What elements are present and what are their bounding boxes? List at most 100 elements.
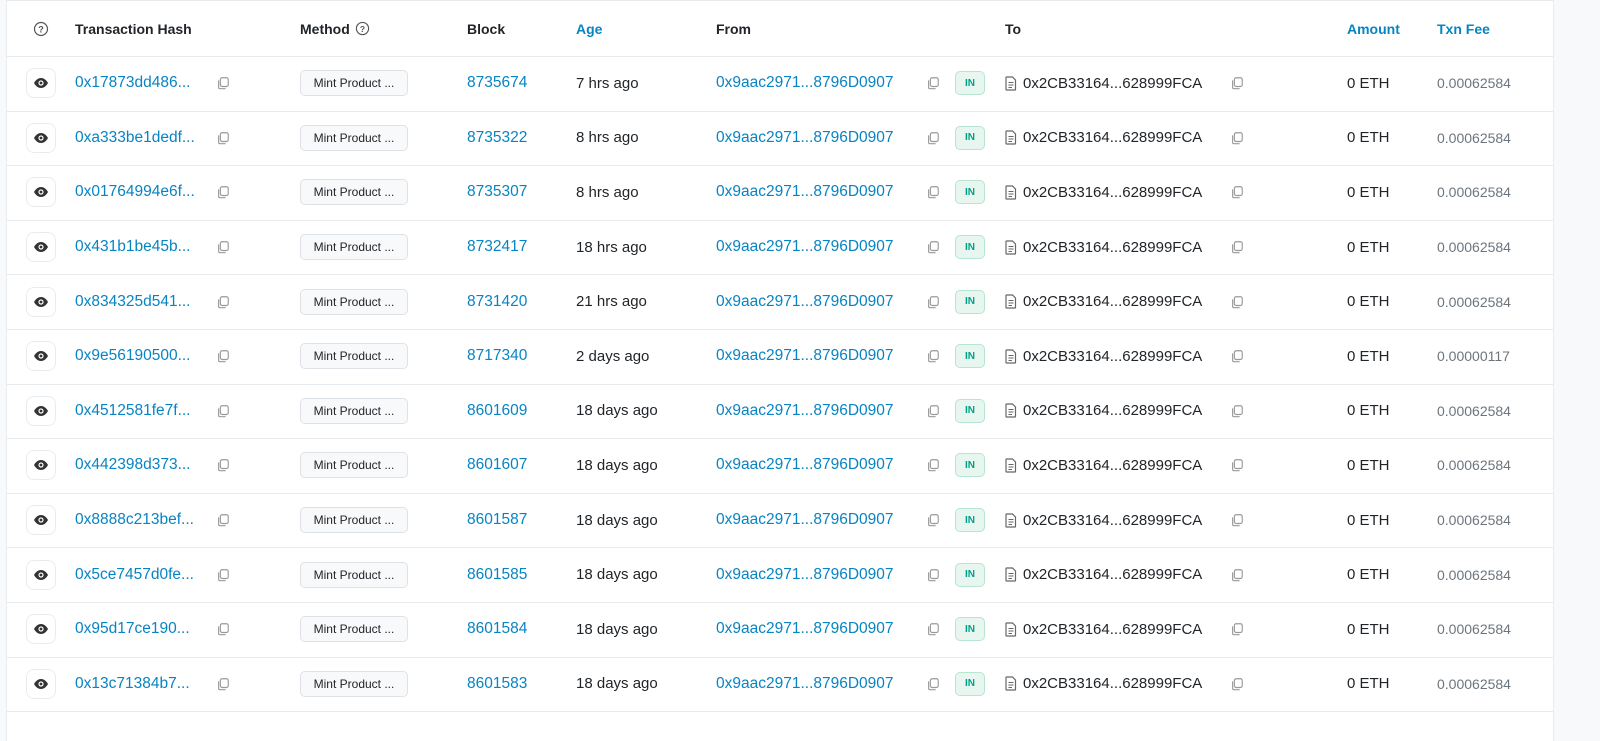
copy-icon[interactable] <box>216 240 230 254</box>
block-link[interactable]: 8601587 <box>467 511 527 529</box>
copy-icon[interactable] <box>926 295 940 309</box>
copy-icon[interactable] <box>1230 185 1244 199</box>
preview-button[interactable] <box>26 384 56 439</box>
transaction-hash-link[interactable]: 0xa333be1dedf... <box>75 129 195 147</box>
copy-icon[interactable] <box>926 404 940 418</box>
header-amount[interactable]: Amount <box>1347 1 1400 56</box>
to-address[interactable]: 0x2CB33164...628999FCA <box>1023 75 1202 92</box>
from-address-link[interactable]: 0x9aac2971...8796D0907 <box>716 74 894 92</box>
to-address[interactable]: 0x2CB33164...628999FCA <box>1023 566 1202 583</box>
block-link[interactable]: 8735307 <box>467 183 527 201</box>
copy-icon[interactable] <box>1230 240 1244 254</box>
preview-button[interactable] <box>26 165 56 220</box>
from-address-link[interactable]: 0x9aac2971...8796D0907 <box>716 129 894 147</box>
method-badge[interactable]: Mint Product ... <box>300 616 408 643</box>
method-badge[interactable]: Mint Product ... <box>300 179 408 206</box>
transaction-hash-link[interactable]: 0x9e56190500... <box>75 347 191 365</box>
transaction-hash-link[interactable]: 0x17873dd486... <box>75 74 191 92</box>
eye-icon[interactable] <box>26 341 56 372</box>
to-address[interactable]: 0x2CB33164...628999FCA <box>1023 402 1202 419</box>
method-badge[interactable]: Mint Product ... <box>300 288 408 315</box>
transaction-hash-link[interactable]: 0x442398d373... <box>75 456 191 474</box>
from-address-link[interactable]: 0x9aac2971...8796D0907 <box>716 402 894 420</box>
method-badge[interactable]: Mint Product ... <box>300 343 408 370</box>
copy-icon[interactable] <box>926 677 940 691</box>
method-badge[interactable]: Mint Product ... <box>300 452 408 479</box>
to-address[interactable]: 0x2CB33164...628999FCA <box>1023 184 1202 201</box>
preview-button[interactable] <box>26 547 56 602</box>
from-address-link[interactable]: 0x9aac2971...8796D0907 <box>716 238 894 256</box>
preview-button[interactable] <box>26 56 56 111</box>
preview-button[interactable] <box>26 220 56 275</box>
copy-icon[interactable] <box>216 295 230 309</box>
copy-icon[interactable] <box>1230 349 1244 363</box>
block-link[interactable]: 8735674 <box>467 74 527 92</box>
block-link[interactable]: 8601584 <box>467 620 527 638</box>
copy-icon[interactable] <box>926 76 940 90</box>
block-link[interactable]: 8601583 <box>467 675 527 693</box>
to-address[interactable]: 0x2CB33164...628999FCA <box>1023 512 1202 529</box>
preview-button[interactable] <box>26 438 56 493</box>
copy-icon[interactable] <box>216 76 230 90</box>
copy-icon[interactable] <box>216 458 230 472</box>
transaction-hash-link[interactable]: 0x13c71384b7... <box>75 675 190 693</box>
copy-icon[interactable] <box>926 185 940 199</box>
block-link[interactable]: 8601585 <box>467 566 527 584</box>
question-circle-icon[interactable]: ? <box>355 21 370 36</box>
preview-button[interactable] <box>26 274 56 329</box>
transaction-hash-link[interactable]: 0x834325d541... <box>75 293 191 311</box>
method-badge[interactable]: Mint Product ... <box>300 70 408 97</box>
transaction-hash-link[interactable]: 0x01764994e6f... <box>75 183 195 201</box>
copy-icon[interactable] <box>1230 458 1244 472</box>
block-link[interactable]: 8731420 <box>467 293 527 311</box>
copy-icon[interactable] <box>1230 677 1244 691</box>
transaction-hash-link[interactable]: 0x5ce7457d0fe... <box>75 566 194 584</box>
from-address-link[interactable]: 0x9aac2971...8796D0907 <box>716 620 894 638</box>
copy-icon[interactable] <box>216 568 230 582</box>
from-address-link[interactable]: 0x9aac2971...8796D0907 <box>716 566 894 584</box>
eye-icon[interactable] <box>26 614 56 645</box>
block-link[interactable]: 8717340 <box>467 347 527 365</box>
to-address[interactable]: 0x2CB33164...628999FCA <box>1023 239 1202 256</box>
to-address[interactable]: 0x2CB33164...628999FCA <box>1023 293 1202 310</box>
preview-button[interactable] <box>26 602 56 657</box>
method-badge[interactable]: Mint Product ... <box>300 124 408 151</box>
method-badge[interactable]: Mint Product ... <box>300 561 408 588</box>
copy-icon[interactable] <box>926 622 940 636</box>
copy-icon[interactable] <box>216 622 230 636</box>
eye-icon[interactable] <box>26 122 56 153</box>
eye-icon[interactable] <box>26 450 56 481</box>
to-address[interactable]: 0x2CB33164...628999FCA <box>1023 621 1202 638</box>
to-address[interactable]: 0x2CB33164...628999FCA <box>1023 457 1202 474</box>
from-address-link[interactable]: 0x9aac2971...8796D0907 <box>716 456 894 474</box>
eye-icon[interactable] <box>26 286 56 317</box>
eye-icon[interactable] <box>26 505 56 536</box>
method-badge[interactable]: Mint Product ... <box>300 507 408 534</box>
from-address-link[interactable]: 0x9aac2971...8796D0907 <box>716 347 894 365</box>
transaction-hash-link[interactable]: 0x431b1be45b... <box>75 238 191 256</box>
copy-icon[interactable] <box>926 131 940 145</box>
from-address-link[interactable]: 0x9aac2971...8796D0907 <box>716 293 894 311</box>
method-badge[interactable]: Mint Product ... <box>300 670 408 697</box>
copy-icon[interactable] <box>926 568 940 582</box>
method-badge[interactable]: Mint Product ... <box>300 234 408 261</box>
copy-icon[interactable] <box>926 240 940 254</box>
copy-icon[interactable] <box>216 131 230 145</box>
preview-button[interactable] <box>26 493 56 548</box>
copy-icon[interactable] <box>216 677 230 691</box>
copy-icon[interactable] <box>1230 513 1244 527</box>
copy-icon[interactable] <box>1230 295 1244 309</box>
copy-icon[interactable] <box>926 513 940 527</box>
block-link[interactable]: 8601607 <box>467 456 527 474</box>
transaction-hash-link[interactable]: 0x8888c213bef... <box>75 511 194 529</box>
copy-icon[interactable] <box>216 404 230 418</box>
eye-icon[interactable] <box>26 232 56 263</box>
copy-icon[interactable] <box>1230 568 1244 582</box>
to-address[interactable]: 0x2CB33164...628999FCA <box>1023 675 1202 692</box>
header-age[interactable]: Age <box>576 1 602 56</box>
from-address-link[interactable]: 0x9aac2971...8796D0907 <box>716 675 894 693</box>
block-link[interactable]: 8735322 <box>467 129 527 147</box>
eye-icon[interactable] <box>26 395 56 426</box>
method-badge[interactable]: Mint Product ... <box>300 397 408 424</box>
transaction-hash-link[interactable]: 0x4512581fe7f... <box>75 402 191 420</box>
